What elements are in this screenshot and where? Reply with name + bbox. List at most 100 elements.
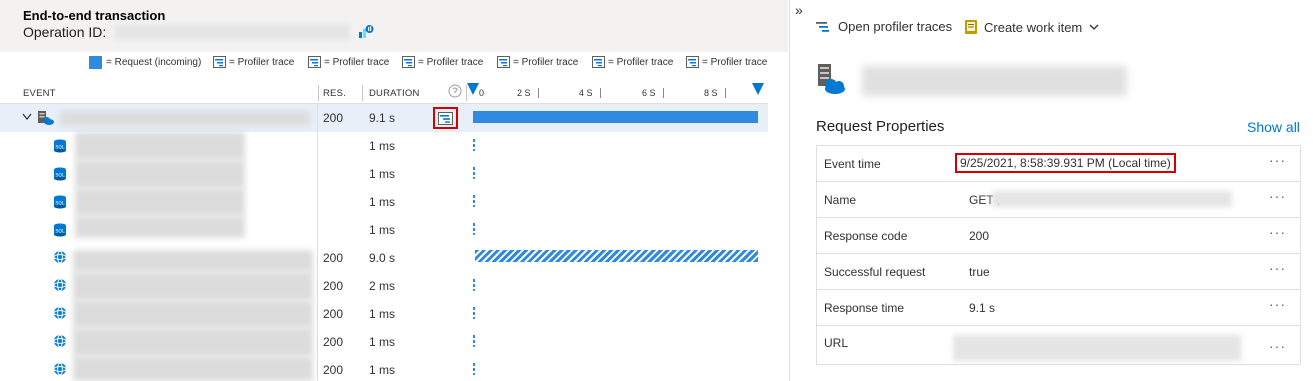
event-name-redacted — [73, 272, 313, 300]
collapse-panel-button[interactable]: » — [795, 2, 803, 18]
legend-profiler-label: = Profiler trace — [229, 56, 295, 68]
operation-id-label: Operation ID: — [23, 24, 107, 40]
svg-text:SQL: SQL — [56, 145, 65, 151]
table-row-request[interactable]: 200 9.1 s — [0, 104, 768, 132]
event-name-redacted — [75, 216, 245, 238]
transaction-panel: End-to-end transaction Operation ID: = R… — [0, 0, 788, 381]
timeline-bar[interactable] — [473, 307, 475, 319]
create-work-item-button[interactable]: Create work item — [964, 19, 1105, 35]
dependency-icon — [53, 278, 67, 292]
more-options-icon[interactable]: ··· — [1269, 224, 1286, 240]
table-row[interactable]: SQL 1 ms — [0, 160, 768, 188]
more-options-icon[interactable]: ··· — [1269, 260, 1286, 276]
property-value-highlighted: 9/25/2021, 8:58:39.931 PM (Local time) — [955, 153, 1176, 173]
column-header-duration[interactable]: DURATION — [369, 88, 420, 99]
timeline-bar[interactable] — [473, 195, 475, 207]
response-code: 200 — [323, 111, 344, 125]
dependency-icon — [53, 306, 67, 320]
tick-label: 0 — [479, 88, 485, 98]
more-options-icon[interactable]: ··· — [1269, 152, 1286, 168]
column-header-event[interactable]: EVENT — [23, 88, 56, 99]
tick-mark — [663, 88, 664, 98]
sql-icon: SQL — [54, 223, 66, 237]
help-icon[interactable] — [448, 84, 462, 98]
table-row[interactable]: 200 1 ms — [0, 328, 768, 356]
more-options-icon[interactable]: ··· — [1269, 338, 1286, 354]
column-header-res[interactable]: RES. — [323, 88, 346, 99]
work-item-icon — [965, 20, 977, 34]
analytics-icon[interactable] — [358, 23, 374, 39]
profiler-trace-icon — [438, 111, 453, 125]
legend-profiler-label: = Profiler trace — [513, 56, 579, 68]
open-profiler-traces-label: Open profiler traces — [838, 19, 953, 34]
timeline-bar[interactable] — [473, 111, 758, 123]
profiler-trace-button[interactable] — [433, 107, 458, 129]
duration: 1 ms — [369, 223, 396, 237]
range-start-marker-icon[interactable] — [466, 82, 480, 96]
property-value-redacted — [992, 191, 1232, 207]
tick-label: 4 S — [579, 88, 593, 98]
event-name-redacted — [60, 111, 310, 126]
property-name: Successful request — [824, 265, 926, 279]
timeline-bar[interactable] — [473, 167, 475, 179]
property-value-redacted — [953, 335, 1241, 361]
timeline-bar[interactable] — [473, 335, 475, 347]
dependency-icon — [53, 334, 67, 348]
event-name-redacted — [75, 132, 245, 160]
column-divider[interactable] — [318, 85, 319, 101]
sql-icon: SQL — [54, 167, 66, 181]
property-value: true — [969, 265, 990, 279]
table-row[interactable]: SQL 1 ms — [0, 216, 768, 244]
timeline-bar[interactable] — [473, 223, 475, 235]
property-name: Name — [824, 193, 857, 207]
duration: 1 ms — [369, 139, 396, 153]
tick-mark — [725, 88, 726, 98]
timeline-bar[interactable] — [475, 250, 758, 262]
legend-request: = Request (incoming) — [89, 56, 201, 69]
response-code: 200 — [323, 335, 344, 349]
tick-mark — [538, 88, 539, 98]
server-icon — [38, 111, 54, 125]
event-name-redacted — [75, 188, 245, 216]
legend-profiler: = Profiler trace — [308, 56, 389, 68]
profiler-trace-icon — [592, 56, 605, 68]
details-toolbar: » Open profiler traces Create work item — [790, 0, 1313, 55]
duration: 1 ms — [369, 363, 396, 377]
property-name: Response code — [824, 229, 908, 243]
open-profiler-traces-button[interactable]: Open profiler traces — [816, 19, 952, 34]
property-row-event-time: Event time 9/25/2021, 8:58:39.931 PM (Lo… — [816, 145, 1301, 181]
event-name-redacted — [73, 328, 313, 356]
range-end-marker-icon[interactable] — [751, 82, 765, 96]
timeline-bar[interactable] — [473, 279, 475, 291]
tick-mark — [600, 88, 601, 98]
table-row[interactable]: SQL 1 ms — [0, 132, 768, 160]
column-divider[interactable] — [362, 85, 363, 101]
more-options-icon[interactable]: ··· — [1269, 188, 1286, 204]
timeline-bar[interactable] — [473, 363, 475, 375]
legend-profiler: = Profiler trace — [686, 56, 767, 68]
more-options-icon[interactable]: ··· — [1269, 296, 1286, 312]
duration: 9.0 s — [369, 251, 396, 265]
response-code: 200 — [323, 363, 344, 377]
duration: 1 ms — [369, 335, 396, 349]
table-row[interactable]: 200 9.0 s — [0, 244, 768, 272]
transaction-header: End-to-end transaction Operation ID: — [0, 0, 788, 52]
svg-text:SQL: SQL — [56, 229, 65, 235]
show-all-link[interactable]: Show all — [1247, 119, 1300, 135]
request-name-redacted — [862, 66, 1127, 96]
profiler-trace-icon — [497, 56, 510, 68]
legend-profiler: = Profiler trace — [213, 56, 294, 68]
timeline-bar[interactable] — [473, 139, 475, 151]
details-panel: » Open profiler traces Create work item … — [789, 0, 1313, 381]
request-swatch-icon — [89, 56, 102, 69]
table-row[interactable]: 200 1 ms — [0, 300, 768, 328]
response-code: 200 — [323, 251, 344, 265]
table-row[interactable]: 200 1 ms — [0, 356, 768, 381]
response-code: 200 — [323, 307, 344, 321]
chevron-down-icon — [1089, 24, 1099, 30]
table-row[interactable]: 200 2 ms — [0, 272, 768, 300]
property-value: 9.1 s — [969, 301, 996, 315]
event-name-redacted — [73, 356, 313, 381]
chevron-down-icon[interactable] — [22, 113, 32, 121]
table-row[interactable]: SQL 1 ms — [0, 188, 768, 216]
